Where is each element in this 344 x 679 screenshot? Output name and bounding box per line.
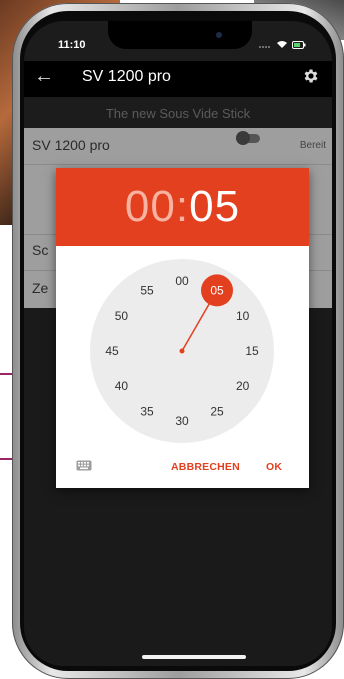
time-display: 00 : 05 (56, 168, 309, 246)
wifi-icon (277, 41, 287, 48)
notch (108, 21, 252, 49)
arrow-left-icon[interactable]: ← (34, 65, 54, 88)
dial-label-35[interactable]: 35 (140, 405, 154, 419)
status-icons (258, 40, 306, 49)
list-item-name: Sc (32, 242, 49, 258)
dial-face[interactable]: 00 05 10 15 20 25 30 35 40 45 50 55 (90, 259, 274, 443)
hours-display[interactable]: 00 (125, 182, 176, 232)
time-picker-dialog: 00 : 05 00 05 10 15 20 25 30 35 40 45 50 55 ABBRECH… (56, 168, 309, 488)
dial-label-05[interactable]: 05 (210, 283, 224, 297)
dial-label-30[interactable]: 30 (175, 414, 189, 428)
dial-label-25[interactable]: 25 (210, 405, 224, 419)
dial-label-40[interactable]: 40 (115, 379, 129, 393)
list-item-name: SV 1200 pro (32, 137, 110, 153)
minute-dial[interactable]: 00 05 10 15 20 25 30 35 40 45 50 55 (90, 259, 274, 443)
power-toggle[interactable] (236, 131, 260, 145)
camera-icon (216, 32, 222, 38)
app-title: SV 1200 pro (82, 68, 171, 85)
cancel-button[interactable]: ABBRECHEN (171, 461, 240, 473)
status-time: 11:10 (58, 39, 86, 51)
ok-button[interactable]: OK (266, 461, 282, 473)
list-item-name: Ze (32, 280, 49, 296)
home-indicator[interactable] (142, 655, 246, 659)
signal-icon (259, 45, 270, 48)
dialog-actions: ABBRECHEN OK (56, 454, 309, 478)
dial-label-20[interactable]: 20 (236, 379, 250, 393)
gear-icon[interactable] (302, 67, 320, 85)
sub-header: The new Sous Vide Stick (105, 106, 251, 121)
keyboard-icon[interactable] (76, 460, 92, 471)
dial-label-50[interactable]: 50 (115, 309, 129, 323)
battery-icon (292, 40, 306, 49)
status-badge: Bereit (299, 140, 326, 151)
time-separator: : (175, 182, 190, 231)
dial-label-00[interactable]: 00 (175, 274, 189, 288)
dial-center (179, 348, 185, 354)
app-bar: ← SV 1200 pro (24, 61, 332, 97)
dial-label-15[interactable]: 15 (245, 344, 259, 358)
list-item[interactable]: SV 1200 pro Bereit (24, 128, 332, 165)
dial-label-55[interactable]: 55 (140, 283, 154, 297)
minutes-display[interactable]: 05 (189, 182, 240, 232)
dial-label-10[interactable]: 10 (236, 309, 250, 323)
dial-label-45[interactable]: 45 (105, 344, 119, 358)
